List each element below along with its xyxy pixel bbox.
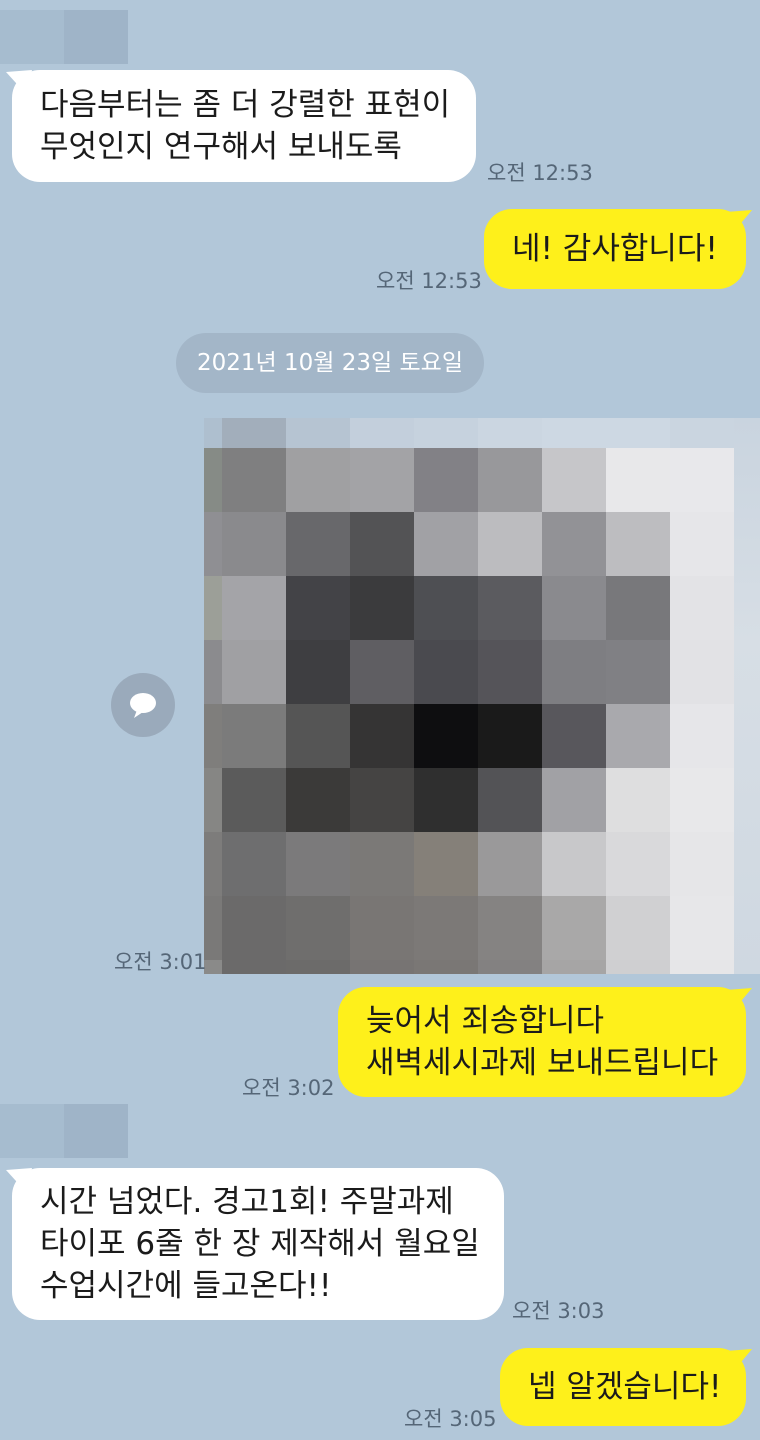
message-time: 오전 12:53	[487, 161, 593, 185]
message-bubble[interactable]: 늦어서 죄송합니다 새벽세시과제 보내드립니다	[338, 987, 746, 1097]
message-text: 시간 넘었다. 경고1회! 주말과제	[40, 1184, 454, 1220]
date-divider: 2021년 10월 23일 토요일	[176, 333, 484, 393]
message-bubble[interactable]: 다음부터는 좀 더 강렬한 표현이 무엇인지 연구해서 보내도록	[12, 70, 476, 182]
message-text: 넵 알겠습니다!	[528, 1369, 722, 1405]
speech-bubble-icon	[130, 693, 156, 718]
message-text: 수업시간에 들고온다!!	[40, 1268, 332, 1304]
message-text: 새벽세시과제 보내드립니다	[366, 1045, 719, 1081]
message-bubble[interactable]: 넵 알겠습니다!	[500, 1348, 746, 1426]
message-time: 오전 3:03	[512, 1299, 605, 1323]
message-time: 오전 3:01	[114, 950, 207, 974]
sender-avatar[interactable]	[0, 10, 128, 64]
share-button[interactable]	[111, 673, 175, 737]
message-bubble[interactable]: 네! 감사합니다!	[484, 209, 746, 289]
message-time: 오전 3:02	[242, 1076, 335, 1100]
message-text: 다음부터는 좀 더 강렬한 표현이	[40, 87, 451, 123]
message-text: 늦어서 죄송합니다	[366, 1003, 605, 1039]
message-bubble[interactable]: 시간 넘었다. 경고1회! 주말과제 타이포 6줄 한 장 제작해서 월요일 수…	[12, 1168, 504, 1320]
message-time: 오전 3:05	[404, 1407, 497, 1431]
sender-avatar[interactable]	[0, 1104, 128, 1158]
message-time: 오전 12:53	[376, 269, 482, 293]
message-text: 타이포 6줄 한 장 제작해서 월요일	[40, 1226, 480, 1262]
message-text: 네! 감사합니다!	[512, 231, 718, 267]
image-message[interactable]	[204, 418, 734, 974]
message-text: 무엇인지 연구해서 보내도록	[40, 129, 402, 165]
image-edge	[734, 418, 760, 974]
